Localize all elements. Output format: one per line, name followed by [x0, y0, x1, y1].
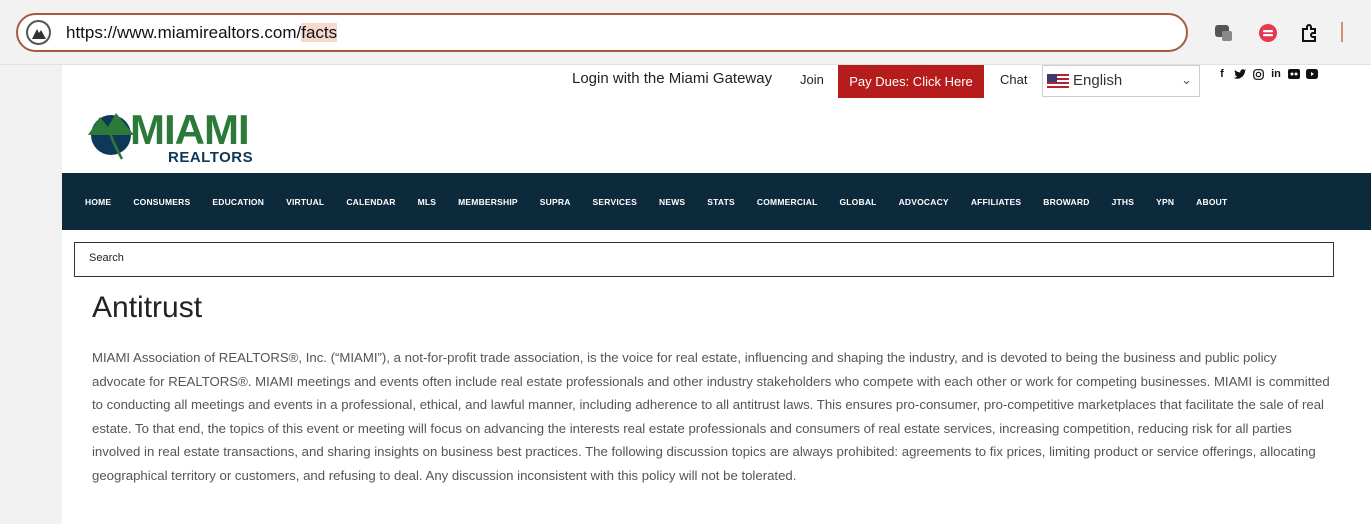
antitrust-body-text: MIAMI Association of REALTORS®, Inc. (“M…: [92, 350, 1330, 483]
language-label: English: [1073, 72, 1123, 89]
nav-item-commercial[interactable]: COMMERCIAL: [757, 197, 818, 207]
nav-item-education[interactable]: EDUCATION: [212, 197, 264, 207]
instagram-icon[interactable]: [1252, 68, 1264, 80]
url-text[interactable]: https://www.miamirealtors.com/facts: [66, 23, 338, 43]
url-highlighted-segment: facts: [301, 23, 338, 42]
main-nav: HOME CONSUMERS EDUCATION VIRTUAL CALENDA…: [62, 173, 1371, 230]
nav-item-about[interactable]: ABOUT: [1196, 197, 1227, 207]
site-logo[interactable]: MIAMI REALTORS: [86, 105, 286, 169]
chat-link[interactable]: Chat: [1000, 72, 1027, 87]
nav-item-services[interactable]: SERVICES: [593, 197, 637, 207]
twitter-icon[interactable]: [1234, 68, 1246, 80]
extension-icon[interactable]: [1214, 23, 1234, 43]
chevron-down-icon: ⌄: [1181, 72, 1192, 87]
flickr-icon[interactable]: [1288, 68, 1300, 80]
nav-item-virtual[interactable]: VIRTUAL: [286, 197, 324, 207]
address-bar[interactable]: https://www.miamirealtors.com/facts: [16, 13, 1188, 52]
ext-red-icon[interactable]: [1258, 23, 1278, 43]
page-gutter: [0, 65, 62, 524]
nav-item-global[interactable]: GLOBAL: [839, 197, 876, 207]
nav-item-supra[interactable]: SUPRA: [540, 197, 571, 207]
nav-item-mls[interactable]: MLS: [418, 197, 437, 207]
youtube-icon[interactable]: [1306, 68, 1318, 80]
nav-item-consumers[interactable]: CONSUMERS: [133, 197, 190, 207]
url-prefix: https://www.miamirealtors.com/: [66, 23, 302, 42]
nav-item-jths[interactable]: JTHS: [1112, 197, 1135, 207]
webpage: Login with the Miami Gateway Join Pay Du…: [62, 65, 1371, 524]
nav-item-advocacy[interactable]: ADVOCACY: [899, 197, 949, 207]
login-link[interactable]: Login with the Miami Gateway: [572, 70, 772, 87]
nav-item-affiliates[interactable]: AFFILIATES: [971, 197, 1021, 207]
language-select[interactable]: English ⌄: [1042, 65, 1200, 97]
social-links: f in: [1216, 68, 1318, 80]
nav-item-stats[interactable]: STATS: [707, 197, 735, 207]
utility-bar: Login with the Miami Gateway Join Pay Du…: [62, 65, 1371, 105]
nav-item-home[interactable]: HOME: [85, 197, 111, 207]
join-link[interactable]: Join: [800, 72, 824, 87]
linkedin-icon[interactable]: in: [1270, 68, 1282, 80]
nav-item-ypn[interactable]: YPN: [1156, 197, 1174, 207]
logo-subtitle: REALTORS: [168, 149, 254, 166]
nav-item-membership[interactable]: MEMBERSHIP: [458, 197, 518, 207]
logo-wordmark: MIAMI: [130, 106, 250, 153]
pay-dues-button[interactable]: Pay Dues: Click Here: [838, 65, 984, 98]
nav-item-calendar[interactable]: CALENDAR: [346, 197, 395, 207]
nav-item-news[interactable]: NEWS: [659, 197, 685, 207]
page-title: Antitrust: [92, 291, 203, 324]
puzzle-icon[interactable]: [1300, 23, 1320, 43]
us-flag-icon: [1047, 74, 1069, 88]
nav-item-broward[interactable]: BROWARD: [1043, 197, 1089, 207]
search-input[interactable]: Search: [74, 242, 1334, 277]
toolbar-divider: [1341, 22, 1343, 42]
site-favicon-icon: [26, 20, 51, 45]
browser-toolbar: https://www.miamirealtors.com/facts: [0, 0, 1371, 65]
facebook-icon[interactable]: f: [1216, 68, 1228, 80]
